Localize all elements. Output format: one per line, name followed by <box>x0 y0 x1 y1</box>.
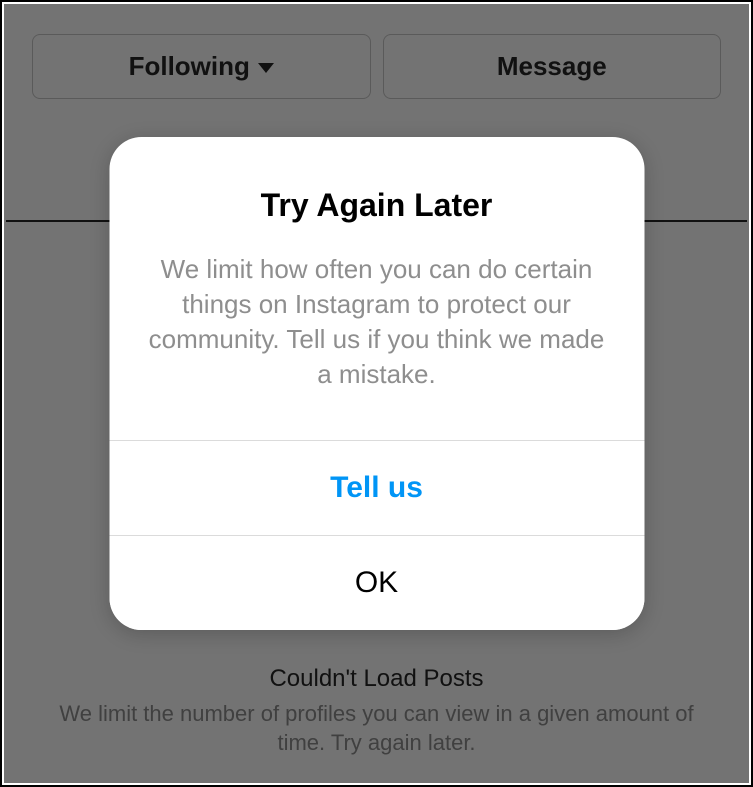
alert-body: We limit how often you can do certain th… <box>141 252 612 392</box>
alert-content: Try Again Later We limit how often you c… <box>109 137 644 440</box>
alert-title: Try Again Later <box>141 187 612 224</box>
tell-us-button[interactable]: Tell us <box>109 440 644 535</box>
ok-button[interactable]: OK <box>109 535 644 630</box>
tell-us-label: Tell us <box>330 471 423 505</box>
ok-label: OK <box>355 566 398 600</box>
alert-dialog: Try Again Later We limit how often you c… <box>109 137 644 630</box>
